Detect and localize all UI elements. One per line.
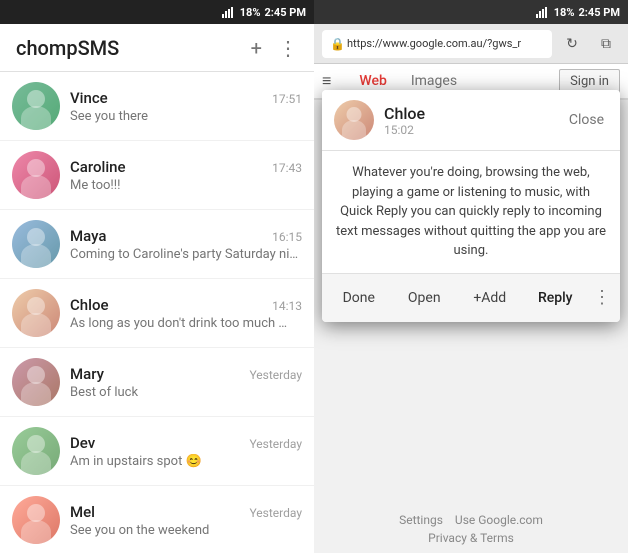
browser-address-bar: 🔒 https://www.google.com.au/?gws_r ↻ ⧉ xyxy=(314,24,628,64)
conv-content-dev: Dev Yesterday Am in upstairs spot 😊 xyxy=(70,434,302,469)
reload-button[interactable]: ↻ xyxy=(558,30,586,58)
avatar-chloe xyxy=(12,289,60,337)
signal-icon xyxy=(222,6,236,18)
conv-time-mel: Yesterday xyxy=(249,506,302,520)
conversation-item-chloe[interactable]: Chloe 14:13 As long as you don't drink t… xyxy=(0,279,314,348)
qr-time: 15:02 xyxy=(384,123,555,137)
conv-preview-dev: Am in upstairs spot 😊 xyxy=(70,454,302,469)
footer-privacy-terms[interactable]: Privacy & Terms xyxy=(428,531,514,545)
avatar-mel xyxy=(12,496,60,544)
browser-panel: 18% 2:45 PM 🔒 https://www.google.com.au/… xyxy=(314,0,628,553)
tabs-button[interactable]: ⧉ xyxy=(592,30,620,58)
browser-battery: 18% xyxy=(554,6,575,19)
add-button[interactable]: + xyxy=(251,36,262,60)
footer-use-google[interactable]: Use Google.com xyxy=(455,513,543,527)
sms-app-panel: 18% 2:45 PM chompSMS + ⋮ Vince 17:51 See… xyxy=(0,0,314,553)
conversation-item-dev[interactable]: Dev Yesterday Am in upstairs spot 😊 xyxy=(0,417,314,486)
quick-reply-popup: Chloe 15:02 Close Whatever you're doing,… xyxy=(322,90,620,322)
footer-links: Settings Use Google.com xyxy=(322,513,620,527)
status-bar-left: 18% 2:45 PM xyxy=(0,0,314,24)
qr-add-button[interactable]: +Add xyxy=(457,282,523,314)
conv-content-mel: Mel Yesterday See you on the weekend xyxy=(70,503,302,538)
conv-preview-mary: Best of luck xyxy=(70,385,302,400)
address-text: https://www.google.com.au/?gws_r xyxy=(347,37,521,50)
conv-content-maya: Maya 16:15 Coming to Caroline's party Sa… xyxy=(70,227,302,262)
qr-close-button[interactable]: Close xyxy=(565,108,608,132)
conversation-item-maya[interactable]: Maya 16:15 Coming to Caroline's party Sa… xyxy=(0,210,314,279)
conv-time-maya: 16:15 xyxy=(272,230,302,244)
status-battery-left: 18% xyxy=(240,6,261,19)
address-input[interactable]: 🔒 https://www.google.com.au/?gws_r xyxy=(322,30,552,58)
avatar-maya xyxy=(12,220,60,268)
conv-preview-chloe: As long as you don't drink too much 🍺 an… xyxy=(70,316,302,331)
qr-sender-name: Chloe xyxy=(384,104,555,123)
avatar-mary xyxy=(12,358,60,406)
app-title: chompSMS xyxy=(16,36,251,60)
browser-menu-icon[interactable]: ≡ xyxy=(322,71,331,91)
conv-name-dev: Dev xyxy=(70,434,95,452)
lock-icon: 🔒 xyxy=(330,37,345,51)
status-time-left: 2:45 PM xyxy=(265,6,307,19)
qr-message-text: Whatever you're doing, browsing the web,… xyxy=(322,151,620,274)
qr-reply-button[interactable]: Reply xyxy=(523,282,589,314)
browser-time: 2:45 PM xyxy=(579,6,621,19)
conv-name-mary: Mary xyxy=(70,365,104,383)
qr-done-button[interactable]: Done xyxy=(326,282,392,314)
conv-name-maya: Maya xyxy=(70,227,106,245)
conversation-list: Vince 17:51 See you there Caroline 17:43… xyxy=(0,72,314,553)
conv-name-chloe: Chloe xyxy=(70,296,109,314)
conv-time-mary: Yesterday xyxy=(249,368,302,382)
conv-content-vince: Vince 17:51 See you there xyxy=(70,89,302,124)
qr-more-button[interactable]: ⋮ xyxy=(588,287,616,308)
avatar-caroline xyxy=(12,151,60,199)
qr-actions: Done Open +Add Reply ⋮ xyxy=(322,274,620,322)
conversation-item-mary[interactable]: Mary Yesterday Best of luck xyxy=(0,348,314,417)
conv-content-chloe: Chloe 14:13 As long as you don't drink t… xyxy=(70,296,302,331)
avatar-dev xyxy=(12,427,60,475)
conv-preview-vince: See you there xyxy=(70,109,302,124)
conv-name-caroline: Caroline xyxy=(70,158,126,176)
conv-preview-caroline: Me too!!! xyxy=(70,178,302,193)
footer-privacy: Privacy & Terms xyxy=(322,531,620,545)
conv-preview-maya: Coming to Caroline's party Saturday nigh… xyxy=(70,247,302,262)
conv-time-chloe: 14:13 xyxy=(272,299,302,313)
conv-name-vince: Vince xyxy=(70,89,108,107)
conv-time-dev: Yesterday xyxy=(249,437,302,451)
conv-content-caroline: Caroline 17:43 Me too!!! xyxy=(70,158,302,193)
app-header: chompSMS + ⋮ xyxy=(0,24,314,72)
footer-settings[interactable]: Settings xyxy=(399,513,443,527)
browser-status-bar: 18% 2:45 PM xyxy=(314,0,628,24)
more-button[interactable]: ⋮ xyxy=(278,36,298,60)
qr-sender-avatar xyxy=(334,100,374,140)
conv-preview-mel: See you on the weekend xyxy=(70,523,302,538)
browser-signal-icon xyxy=(536,6,550,18)
conversation-item-mel[interactable]: Mel Yesterday See you on the weekend xyxy=(0,486,314,553)
qr-header: Chloe 15:02 Close xyxy=(322,90,620,151)
qr-open-button[interactable]: Open xyxy=(392,282,458,314)
qr-name-block: Chloe 15:02 xyxy=(384,104,555,137)
browser-footer: Settings Use Google.com Privacy & Terms xyxy=(314,505,628,553)
conversation-item-caroline[interactable]: Caroline 17:43 Me too!!! xyxy=(0,141,314,210)
header-icons: + ⋮ xyxy=(251,36,298,60)
conv-name-mel: Mel xyxy=(70,503,95,521)
conv-content-mary: Mary Yesterday Best of luck xyxy=(70,365,302,400)
avatar-vince xyxy=(12,82,60,130)
conversation-item-vince[interactable]: Vince 17:51 See you there xyxy=(0,72,314,141)
conv-time-vince: 17:51 xyxy=(272,92,302,106)
conv-time-caroline: 17:43 xyxy=(272,161,302,175)
